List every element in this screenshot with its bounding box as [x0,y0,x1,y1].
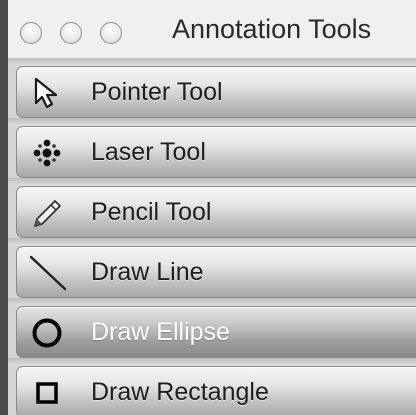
pencil-tool-button[interactable]: Pencil Tool [16,186,416,238]
pointer-arrow-icon [34,77,58,109]
draw-line-button[interactable]: Draw Line [16,246,416,298]
draw-rectangle-button[interactable]: Draw Rectangle [16,366,416,415]
zoom-button[interactable] [100,22,122,44]
title-bar[interactable]: Annotation Tools [8,0,416,59]
close-button[interactable] [20,22,42,44]
pointer-tool-label: Pointer Tool [91,78,223,106]
laser-tool-label: Laser Tool [91,138,206,166]
annotation-tools-window: Annotation Tools Pointer Tool Laser Tool… [0,0,416,415]
minimize-button[interactable] [60,22,82,44]
pencil-tool-label: Pencil Tool [91,198,212,226]
laser-dots-icon [33,139,61,167]
draw-ellipse-label: Draw Ellipse [91,318,230,346]
draw-ellipse-button[interactable]: Draw Ellipse [16,306,416,358]
window-left-edge [0,0,8,415]
pointer-tool-button[interactable]: Pointer Tool [16,66,416,118]
draw-line-label: Draw Line [91,258,204,286]
pencil-icon [34,200,61,227]
tool-list: Pointer Tool Laser Tool Pencil Tool Draw… [8,58,416,415]
laser-tool-button[interactable]: Laser Tool [16,126,416,178]
rectangle-icon [36,382,58,404]
diagonal-line-icon [29,255,67,291]
window-title: Annotation Tools [172,14,372,44]
ellipse-icon [32,318,62,348]
draw-rectangle-label: Draw Rectangle [91,378,269,406]
